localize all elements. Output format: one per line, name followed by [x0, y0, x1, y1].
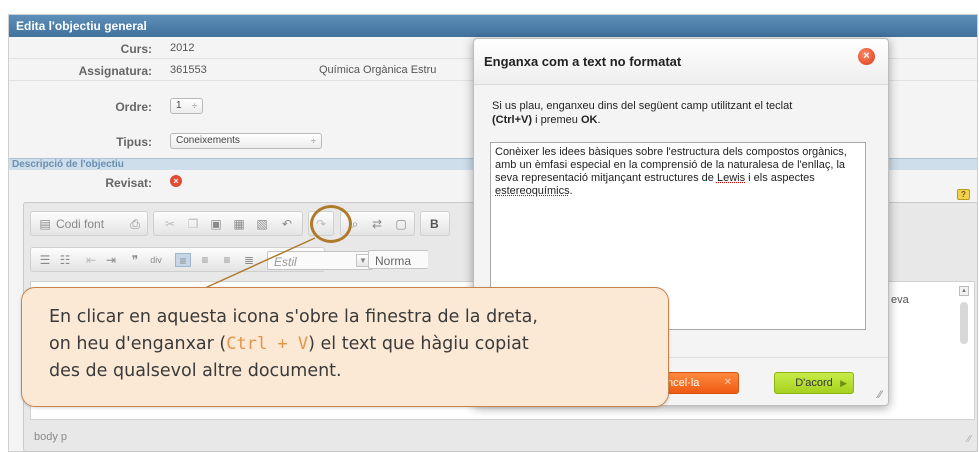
ok-label: D'acord — [795, 377, 833, 389]
bulleted-list-icon[interactable]: ☷ — [57, 253, 73, 267]
editor-scrollbar[interactable] — [960, 302, 968, 344]
order-select-value: 1 — [176, 100, 182, 111]
undo-icon[interactable]: ↶ — [279, 217, 295, 231]
spellcheck-word: Lewis — [716, 172, 746, 184]
callout-line-1: En clicar en aquesta icona s'obre la fin… — [49, 307, 538, 327]
type-label: Tipus: — [116, 135, 152, 149]
close-icon: ✕ — [723, 377, 732, 388]
callout-text: on heu d'enganxar ( — [49, 334, 227, 354]
paragraph-group: ☰ ☷ ⇤ ⇥ ❞ div ≡ ≡ ≡ ≣ Estil ▼ — [30, 247, 373, 272]
increase-indent-icon[interactable]: ⇥ — [103, 253, 119, 267]
resize-handle-icon[interactable]: ⁄⁄ — [878, 389, 882, 401]
callout-text-after: ) el text que hàgiu copiat — [308, 334, 529, 354]
close-icon[interactable]: × — [858, 48, 875, 65]
clipboard-group: ✂ ❐ ▣ ▦ ▧ ↶ — [153, 211, 303, 236]
style-combo[interactable]: Estil ▼ — [267, 251, 373, 270]
resize-handle-icon[interactable]: ⁄⁄ — [968, 434, 971, 445]
paste-from-word-icon[interactable]: ▧ — [254, 217, 270, 231]
instructions-text: Si us plau, enganxeu dins del següent ca… — [492, 100, 793, 112]
cut-icon[interactable]: ✂ — [162, 217, 178, 231]
div-container-icon[interactable]: div — [148, 253, 164, 267]
callout-shortcut: Ctrl + V — [226, 334, 309, 354]
dialog-title: Enganxa com a text no formatat — [484, 54, 682, 69]
align-right-icon[interactable]: ≡ — [219, 253, 235, 267]
not-reviewed-icon: × — [170, 175, 182, 187]
arrow-right-icon: ▶ — [840, 378, 847, 388]
order-label: Ordre: — [115, 100, 152, 114]
course-label: Curs: — [120, 42, 152, 56]
instructions-end: . — [597, 114, 601, 126]
scroll-up-icon[interactable]: ▲ — [959, 286, 969, 296]
dialog-title-bar: Enganxa com a text no formatat × — [474, 39, 888, 85]
pasted-text-end: . — [569, 185, 573, 197]
panel-title: Edita l'objectiu general — [9, 15, 977, 37]
select-all-icon[interactable]: ▢ — [393, 217, 409, 231]
course-value: 2012 — [170, 42, 195, 54]
align-left-icon[interactable]: ≡ — [175, 253, 191, 268]
ok-keyword: OK — [580, 114, 598, 126]
style-combo-label: Estil — [274, 255, 297, 269]
bold-button[interactable]: B — [430, 217, 439, 231]
callout-line-2: on heu d'enganxar (Ctrl + V) el text que… — [49, 331, 668, 358]
stepper-arrows-icon: ÷ — [192, 101, 197, 111]
shortcut-text: (Ctrl+V) — [492, 114, 533, 126]
subject-label: Assignatura: — [78, 64, 152, 78]
bold-group: B — [420, 211, 450, 236]
stepper-arrows-icon: ÷ — [311, 136, 316, 146]
editor-text-fragment: eva — [891, 294, 909, 306]
paste-plain-text-icon[interactable]: ▦ — [231, 217, 247, 231]
type-select-value: Coneixements — [176, 135, 240, 146]
instructions-text-2: i premeu — [532, 114, 581, 126]
subject-code: 361553 — [170, 64, 207, 76]
copy-icon[interactable]: ❐ — [185, 217, 201, 231]
cancel-label: ncel·la — [667, 377, 700, 389]
callout-highlight-circle — [310, 205, 352, 243]
paste-icon[interactable]: ▣ — [208, 217, 224, 231]
cancel-button[interactable]: ncel·la ✕ — [660, 372, 739, 394]
pasted-text-middle: i els aspectes — [745, 172, 815, 184]
source-code-icon: ▤ — [39, 217, 51, 231]
callout-box: En clicar en aquesta icona s'obre la fin… — [21, 287, 669, 407]
numbered-list-icon[interactable]: ☰ — [37, 253, 53, 267]
spellcheck-word: estereoquímics — [495, 185, 570, 197]
source-group: ▤ Codi font ⎙ — [30, 211, 148, 236]
section-label: Descripció de l'objectiu — [12, 159, 124, 170]
ok-button[interactable]: D'acord ▶ — [774, 372, 854, 394]
format-combo-label: Norma — [375, 254, 412, 268]
replace-icon[interactable]: ⇄ — [369, 217, 385, 231]
decrease-indent-icon[interactable]: ⇤ — [83, 253, 99, 267]
preview-icon[interactable]: ⎙ — [127, 217, 143, 231]
callout-line-3: des de qualsevol altre document. — [49, 361, 342, 381]
align-center-icon[interactable]: ≡ — [197, 253, 213, 267]
dialog-instructions: Si us plau, enganxeu dins del següent ca… — [492, 99, 872, 127]
subject-name: Química Orgànica Estru — [319, 64, 437, 76]
justify-icon[interactable]: ≣ — [241, 253, 257, 267]
source-button[interactable]: Codi font — [56, 217, 104, 231]
element-path: body p — [34, 431, 68, 443]
reviewed-label: Revisat: — [105, 176, 152, 190]
format-combo[interactable]: Norma — [368, 250, 428, 269]
order-select[interactable]: 1 ÷ — [170, 98, 203, 114]
type-select[interactable]: Coneixements ÷ — [170, 133, 322, 149]
comment-icon[interactable]: ? — [957, 189, 970, 200]
blockquote-icon[interactable]: ❞ — [127, 253, 143, 267]
